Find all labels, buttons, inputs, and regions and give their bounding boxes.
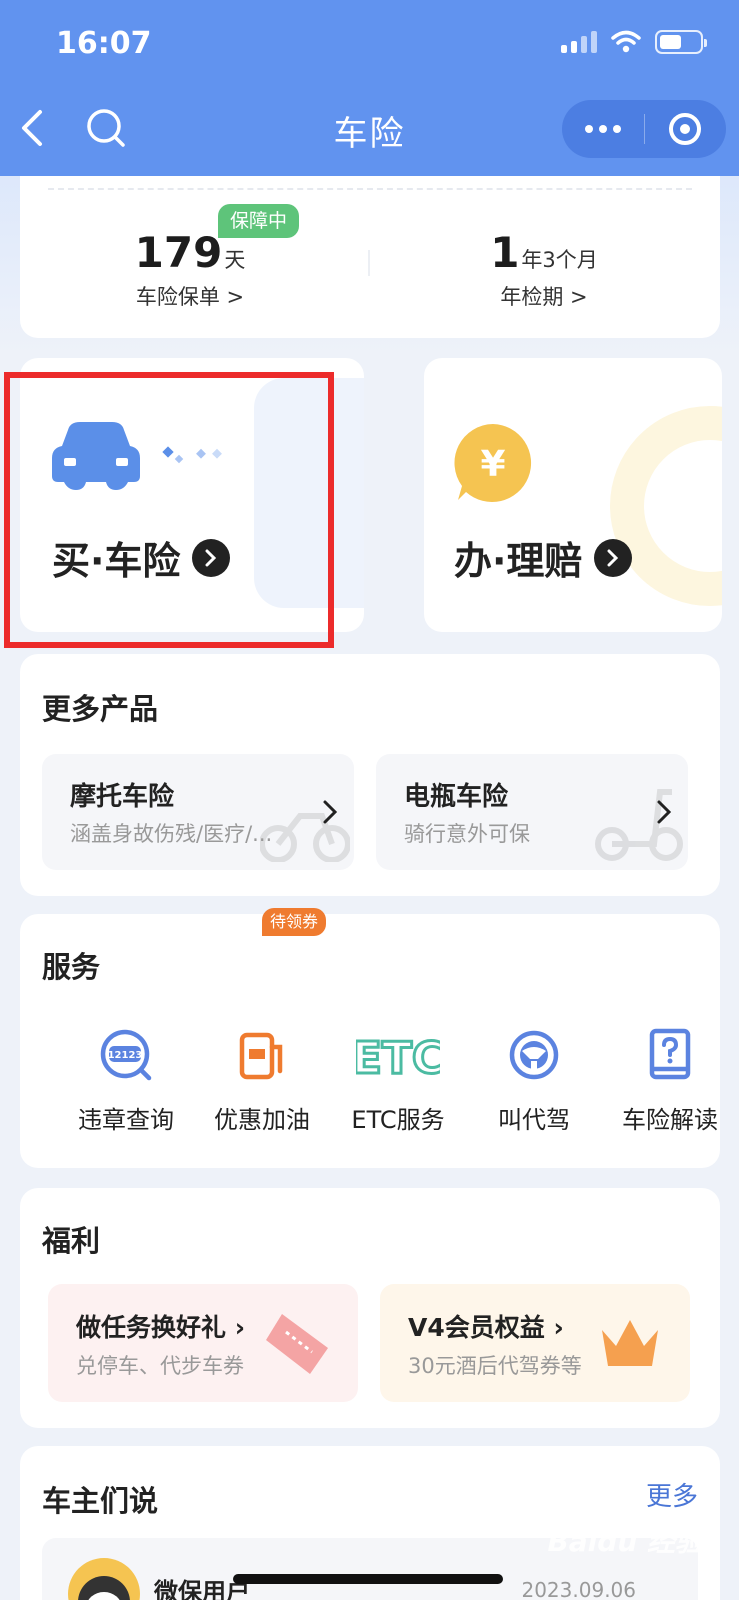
policy-link[interactable]: 车险保单 > xyxy=(30,281,350,311)
reviews-title: 车主们说 xyxy=(42,1484,159,1518)
product-desc: 骑行意外可保 xyxy=(404,822,530,846)
baidu-watermark: Baidu 经验 xyxy=(547,1525,703,1558)
steering-wheel-icon xyxy=(509,1030,559,1080)
chevron-right-icon xyxy=(657,800,672,824)
benefits-section: 福利 做任务换好礼 › 兑停车、代步车券 V4会员权益 › 30元酒后代驾券等 xyxy=(20,1188,720,1428)
svg-text:ETC: ETC xyxy=(356,1033,440,1083)
close-program-button[interactable] xyxy=(645,113,727,145)
benefit-tasks[interactable]: 做任务换好礼 › 兑停车、代步车券 xyxy=(48,1284,358,1402)
stat-divider xyxy=(368,250,370,276)
service-etc[interactable]: ETC ETC服务 xyxy=(328,1022,468,1135)
product-desc: 涵盖身故伤残/医疗/... xyxy=(70,822,273,846)
red-highlight-box xyxy=(4,372,334,648)
policy-stat[interactable]: 179天 车险保单 > xyxy=(30,228,350,311)
status-time: 16:07 xyxy=(56,26,152,61)
more-products-section: 更多产品 摩托车险 涵盖身故伤残/医疗/... 电瓶车险 骑行意外可保 xyxy=(20,654,720,896)
services-section: 服务 12123 违章查询 优惠加油 ETC ETC服务 叫代驾 车险解读 xyxy=(20,914,720,1168)
inspection-unit: 年3个月 xyxy=(521,248,598,272)
file-claim-card[interactable]: ¥ 办·理赔 xyxy=(424,358,722,632)
yuan-icon: ¥ xyxy=(454,424,532,502)
benefit-name: V4会员权益 › xyxy=(408,1313,564,1342)
chevron-right-icon xyxy=(323,800,338,824)
service-label: ETC服务 xyxy=(351,1106,445,1134)
service-designated-driver[interactable]: 叫代驾 xyxy=(464,1022,604,1135)
mini-program-capsule xyxy=(562,100,726,158)
service-label: 违章查询 xyxy=(78,1106,174,1134)
services-title: 服务 xyxy=(42,950,101,984)
benefit-v4-membership[interactable]: V4会员权益 › 30元酒后代驾券等 xyxy=(380,1284,690,1402)
benefit-desc: 30元酒后代驾券等 xyxy=(408,1354,582,1378)
service-label: 优惠加油 xyxy=(214,1106,310,1134)
wifi-icon xyxy=(611,30,641,53)
reviews-more-link[interactable]: 更多 xyxy=(646,1476,698,1513)
review-date: 2023.09.06 xyxy=(521,1578,636,1600)
battery-icon xyxy=(655,30,707,54)
service-violation-query[interactable]: 12123 违章查询 xyxy=(56,1022,196,1135)
dashed-divider xyxy=(48,188,692,190)
etc-icon: ETC xyxy=(356,1032,440,1084)
crown-icon xyxy=(602,1320,658,1366)
inspection-value: 1 xyxy=(490,228,520,277)
home-indicator xyxy=(233,1574,503,1584)
ticket-icon xyxy=(266,1314,328,1374)
file-claim-title: 办·理赔 xyxy=(454,530,633,585)
status-icons xyxy=(561,30,707,54)
policy-days-value: 179 xyxy=(134,228,223,277)
service-policy-explained[interactable]: 车险解读 xyxy=(600,1022,720,1135)
inspection-stat[interactable]: 1年3个月 年检期 > xyxy=(384,228,704,311)
service-label: 车险解读 xyxy=(622,1106,718,1134)
benefit-name: 做任务换好礼 › xyxy=(76,1313,246,1342)
policy-summary-card: 保障中 179天 车险保单 > 1年3个月 年检期 > xyxy=(20,176,720,338)
more-menu-button[interactable] xyxy=(562,125,644,133)
benefit-desc: 兑停车、代步车券 xyxy=(76,1354,244,1378)
chevron-right-icon xyxy=(594,538,633,577)
product-name: 摩托车险 xyxy=(70,782,175,812)
policy-days-unit: 天 xyxy=(224,248,246,272)
service-discount-fuel[interactable]: 优惠加油 xyxy=(192,1022,332,1135)
more-products-title: 更多产品 xyxy=(42,692,159,726)
product-ebike-insurance[interactable]: 电瓶车险 骑行意外可保 xyxy=(376,754,688,870)
avatar xyxy=(68,1558,140,1600)
coupon-badge: 待领券 xyxy=(262,908,327,936)
fuel-pump-icon xyxy=(239,1032,283,1080)
violation-query-icon: 12123 xyxy=(100,1029,152,1081)
product-name: 电瓶车险 xyxy=(404,782,509,812)
question-book-icon xyxy=(649,1028,691,1080)
svg-text:¥: ¥ xyxy=(480,444,505,485)
service-label: 叫代驾 xyxy=(498,1106,570,1134)
file-claim-label: 办·理赔 xyxy=(454,539,583,583)
signal-icon xyxy=(561,31,597,53)
product-motorcycle-insurance[interactable]: 摩托车险 涵盖身故伤残/医疗/... xyxy=(42,754,354,870)
inspection-link[interactable]: 年检期 > xyxy=(384,281,704,311)
svg-text:12123: 12123 xyxy=(108,1050,143,1061)
benefits-title: 福利 xyxy=(42,1224,101,1258)
